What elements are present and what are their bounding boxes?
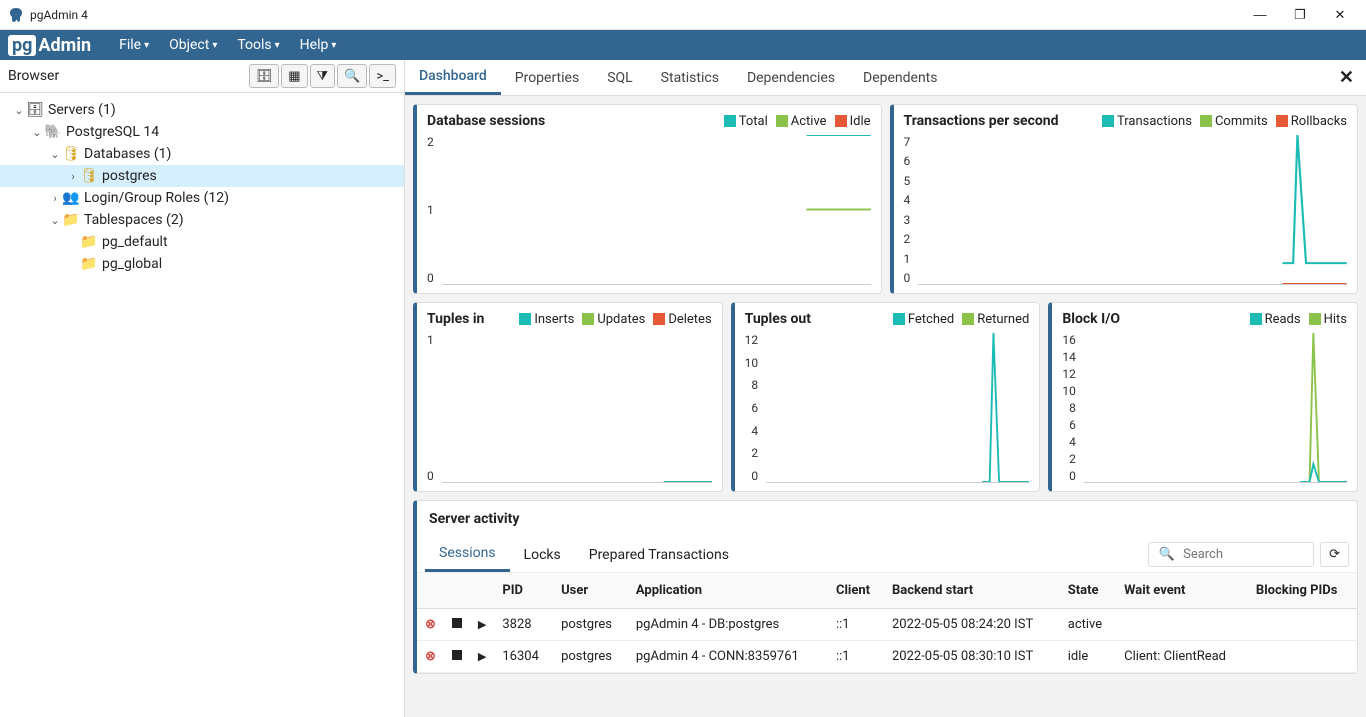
plot-area	[442, 333, 712, 483]
search-icon: 🔍	[1159, 547, 1175, 562]
collapse-icon[interactable]: ⌄	[48, 214, 62, 227]
query-tool-button[interactable]: 🗄	[249, 64, 280, 88]
app-logo: pgAdmin	[8, 35, 91, 56]
tree-postgres[interactable]: ›🛢postgres	[0, 165, 404, 187]
stop-icon[interactable]	[452, 650, 462, 660]
server-activity-card: Server activity Sessions Locks Prepared …	[413, 500, 1358, 674]
collapse-icon[interactable]: ⌄	[48, 148, 62, 161]
app-icon	[8, 7, 24, 23]
window-title: pgAdmin 4	[30, 8, 1250, 22]
expand-icon[interactable]: ›	[66, 170, 80, 183]
chevron-down-icon: ▾	[331, 40, 336, 51]
y-axis: 76543210	[904, 135, 919, 285]
tab-dependencies[interactable]: Dependencies	[733, 62, 849, 94]
activity-search[interactable]: 🔍	[1148, 542, 1314, 567]
browser-sidebar: Browser 🗄 ▦ ⧩ 🔍 >_ ⌄🗄Servers (1) ⌄🐘Postg…	[0, 60, 405, 717]
content-area: Dashboard Properties SQL Statistics Depe…	[405, 60, 1366, 717]
refresh-button[interactable]: ⟳	[1320, 542, 1349, 567]
dashboard-panel: Database sessions Total Active Idle 210	[405, 96, 1366, 717]
chevron-down-icon: ▾	[275, 40, 280, 51]
y-axis: 10	[427, 333, 442, 483]
menu-help[interactable]: Help▾	[290, 37, 347, 53]
stop-icon[interactable]	[452, 618, 462, 628]
minimize-button[interactable]: —	[1250, 7, 1270, 23]
chart-sessions: Database sessions Total Active Idle 210	[413, 104, 882, 294]
search-button[interactable]: 🔍	[337, 64, 367, 88]
collapse-icon[interactable]: ⌄	[30, 126, 44, 139]
menu-tools[interactable]: Tools▾	[227, 37, 289, 53]
activity-tab-locks[interactable]: Locks	[510, 539, 575, 571]
terminate-icon[interactable]: ⊗	[425, 649, 436, 664]
chart-tuples-out: Tuples out Fetched Returned 121086420	[731, 302, 1041, 492]
tab-close-button[interactable]: ✕	[1327, 67, 1366, 88]
plot-area	[442, 135, 871, 285]
chevron-down-icon: ▾	[212, 40, 217, 51]
maximize-button[interactable]: ❐	[1290, 7, 1310, 23]
content-tabs: Dashboard Properties SQL Statistics Depe…	[405, 60, 1366, 96]
search-input[interactable]	[1183, 547, 1303, 562]
expand-icon[interactable]: ›	[48, 192, 62, 205]
object-tree: ⌄🗄Servers (1) ⌄🐘PostgreSQL 14 ⌄🛢Database…	[0, 93, 404, 281]
elephant-icon: 🐘	[44, 124, 62, 140]
tab-properties[interactable]: Properties	[501, 62, 593, 94]
sessions-table: PID User Application Client Backend star…	[417, 573, 1357, 673]
menu-file[interactable]: File▾	[109, 37, 159, 53]
plot-area	[766, 333, 1029, 483]
collapse-icon[interactable]: ⌄	[12, 104, 26, 117]
database-icon: 🛢	[80, 168, 98, 184]
chevron-down-icon: ▾	[144, 40, 149, 51]
tree-pg-default[interactable]: 📁pg_default	[0, 231, 404, 253]
chart-block-io: Block I/O Reads Hits 1614121086420	[1048, 302, 1358, 492]
tree-login-roles[interactable]: ›👥Login/Group Roles (12)	[0, 187, 404, 209]
chart-transactions: Transactions per second Transactions Com…	[890, 104, 1359, 294]
tree-pg14[interactable]: ⌄🐘PostgreSQL 14	[0, 121, 404, 143]
expand-row-icon[interactable]: ▶	[478, 618, 486, 631]
table-row[interactable]: ⊗ ▶ 16304 postgres pgAdmin 4 - CONN:8359…	[417, 641, 1357, 673]
table-row[interactable]: ⊗ ▶ 3828 postgres pgAdmin 4 - DB:postgre…	[417, 609, 1357, 641]
tree-servers[interactable]: ⌄🗄Servers (1)	[0, 99, 404, 121]
view-data-button[interactable]: ▦	[281, 64, 307, 88]
terminate-icon[interactable]: ⊗	[425, 617, 436, 632]
tree-pg-global[interactable]: 📁pg_global	[0, 253, 404, 275]
y-axis: 210	[427, 135, 442, 285]
tree-tablespaces[interactable]: ⌄📁Tablespaces (2)	[0, 209, 404, 231]
y-axis: 121086420	[745, 333, 767, 483]
folder-icon: 📁	[62, 212, 80, 228]
tree-databases[interactable]: ⌄🛢Databases (1)	[0, 143, 404, 165]
tab-dependents[interactable]: Dependents	[849, 62, 951, 94]
menu-object[interactable]: Object▾	[159, 37, 227, 53]
activity-tab-prepared[interactable]: Prepared Transactions	[575, 539, 743, 571]
menu-bar: pgAdmin File▾ Object▾ Tools▾ Help▾	[0, 30, 1366, 60]
y-axis: 1614121086420	[1062, 333, 1084, 483]
server-group-icon: 🗄	[26, 102, 44, 118]
tab-statistics[interactable]: Statistics	[647, 62, 733, 94]
roles-icon: 👥	[62, 190, 80, 206]
psql-button[interactable]: >_	[369, 64, 396, 88]
activity-tab-sessions[interactable]: Sessions	[425, 537, 510, 572]
tab-sql[interactable]: SQL	[593, 62, 646, 94]
plot-area	[1084, 333, 1347, 483]
expand-row-icon[interactable]: ▶	[478, 650, 486, 663]
browser-title: Browser	[8, 68, 249, 84]
folder-icon: 📁	[80, 234, 98, 250]
filter-button[interactable]: ⧩	[310, 64, 336, 88]
folder-icon: 📁	[80, 256, 98, 272]
tab-dashboard[interactable]: Dashboard	[405, 60, 501, 95]
chart-tuples-in: Tuples in Inserts Updates Deletes 10	[413, 302, 723, 492]
plot-area	[918, 135, 1347, 285]
database-icon: 🛢	[62, 146, 80, 162]
window-title-bar: pgAdmin 4 — ❐ ✕	[0, 0, 1366, 30]
close-button[interactable]: ✕	[1330, 7, 1350, 23]
